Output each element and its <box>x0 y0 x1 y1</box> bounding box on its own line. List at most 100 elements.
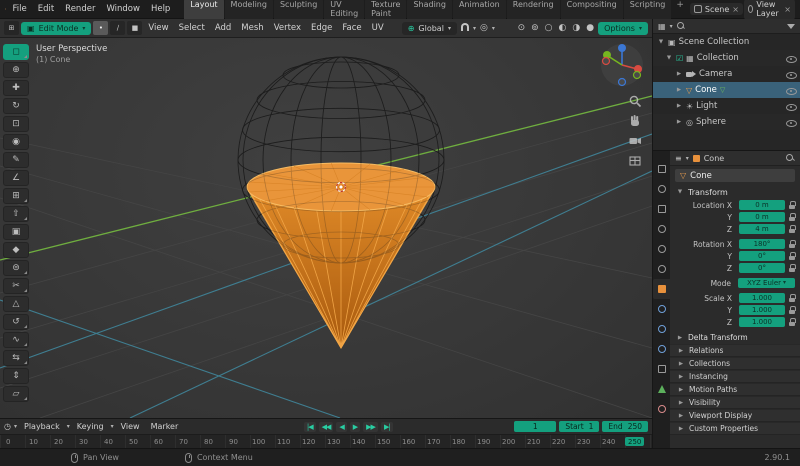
tool-select-box[interactable]: ◻ <box>3 44 29 60</box>
gizmo-x-neg-axis[interactable] <box>601 56 611 66</box>
filter-icon[interactable] <box>787 23 795 29</box>
mode-dropdown[interactable]: ▣ Edit Mode ▾ <box>21 21 92 35</box>
menu-uv[interactable]: UV <box>368 21 388 35</box>
visibility-eye-icon[interactable] <box>786 102 797 111</box>
shading-material-icon[interactable]: ◑ <box>570 23 582 33</box>
tool-edge-slide[interactable]: ⇆ <box>3 350 29 366</box>
outliner-row-scene-collection[interactable]: ▼ ▣ Scene Collection <box>653 34 800 50</box>
outliner-editor-icon[interactable]: ▦ <box>658 22 666 31</box>
scale-z-field[interactable]: 1.000 <box>739 317 785 327</box>
expander-icon[interactable]: ▶ <box>675 71 683 77</box>
tool-extrude-region[interactable]: ⇧ <box>3 206 29 222</box>
properties-tab-modifiers[interactable] <box>653 299 670 319</box>
workspace-tab-animation[interactable]: Animation <box>452 0 506 21</box>
menu-window[interactable]: Window <box>101 2 145 16</box>
tool-poly-build[interactable]: △ <box>3 296 29 312</box>
tool-shear[interactable]: ▱ <box>3 386 29 402</box>
visibility-eye-icon[interactable] <box>786 86 797 95</box>
outliner-row-sphere[interactable]: ▶ ◎ Sphere <box>653 114 800 130</box>
timeline-ruler[interactable]: 0 10 20 30 40 50 60 70 80 90 100 110 120… <box>0 434 652 449</box>
rotation-x-field[interactable]: 180° <box>739 239 785 249</box>
scale-y-field[interactable]: 1.000 <box>739 305 785 315</box>
location-y-field[interactable]: 0 m <box>739 212 785 222</box>
properties-tab-output[interactable] <box>653 199 670 219</box>
workspace-tab-scripting[interactable]: Scripting <box>623 0 672 21</box>
section-motion-paths[interactable]: ▶ Motion Paths <box>670 383 800 396</box>
show-gizmo-icon[interactable]: ⊙ <box>516 23 528 33</box>
menu-playback[interactable]: Playback <box>20 420 64 433</box>
proportional-editing-icon[interactable]: ◎ <box>478 23 490 33</box>
lock-icon[interactable] <box>788 252 796 260</box>
timeline-editor-icon[interactable]: ◷ <box>4 422 11 431</box>
expander-icon[interactable]: ▼ <box>665 55 673 61</box>
proportional-dropdown-icon[interactable]: ▾ <box>492 25 495 32</box>
menu-vertex[interactable]: Vertex <box>270 21 305 35</box>
visibility-eye-icon[interactable] <box>786 70 797 79</box>
current-frame-field[interactable]: 1 <box>514 421 557 432</box>
transform-orientation-dropdown[interactable]: ⊕ Global ▾ <box>401 21 457 35</box>
lock-icon[interactable] <box>788 201 796 209</box>
menu-add[interactable]: Add <box>211 21 235 35</box>
tool-transform[interactable]: ◉ <box>3 134 29 150</box>
viewport-3d[interactable]: User Perspective (1) Cone ◻ ⊕ ✚ ↻ ⊡ ◉ ✎ … <box>0 38 652 418</box>
camera-view-icon[interactable] <box>628 134 642 148</box>
next-keyframe-button[interactable]: ▶▶ <box>363 421 378 432</box>
location-x-field[interactable]: 0 m <box>739 200 785 210</box>
lock-icon[interactable] <box>788 213 796 221</box>
face-select-mode-button[interactable]: ■ <box>127 21 143 35</box>
tool-shrink-fatten[interactable]: ⇕ <box>3 368 29 384</box>
frame-start-field[interactable]: Start 1 <box>559 421 600 432</box>
shading-wireframe-icon[interactable]: ○ <box>543 23 555 33</box>
section-custom-properties[interactable]: ▶ Custom Properties <box>670 422 800 435</box>
delta-transform-section[interactable]: ▶ Delta Transform <box>670 331 800 344</box>
viewport-canvas[interactable] <box>0 38 652 418</box>
toggle-perspective-icon[interactable] <box>628 154 642 168</box>
outliner-row-light[interactable]: ▶ ☀ Light <box>653 98 800 114</box>
play-button[interactable]: ▶ <box>349 421 361 432</box>
properties-tab-render[interactable] <box>653 179 670 199</box>
section-viewport-display[interactable]: ▶ Viewport Display <box>670 409 800 422</box>
visibility-eye-icon[interactable] <box>786 118 797 127</box>
tool-smooth[interactable]: ∿ <box>3 332 29 348</box>
tool-move[interactable]: ✚ <box>3 80 29 96</box>
menu-render[interactable]: Render <box>60 2 100 16</box>
vertex-select-mode-button[interactable]: • <box>93 21 109 35</box>
navigation-gizmo[interactable] <box>599 42 645 88</box>
lock-icon[interactable] <box>788 264 796 272</box>
play-reverse-button[interactable]: ◀ <box>336 421 347 432</box>
lock-icon[interactable] <box>788 306 796 314</box>
tool-loop-cut[interactable]: ⊜ <box>3 260 29 276</box>
properties-tab-constraints[interactable] <box>653 359 670 379</box>
tool-rotate[interactable]: ↻ <box>3 98 29 114</box>
workspace-tab-rendering[interactable]: Rendering <box>506 0 560 21</box>
lock-icon[interactable] <box>788 225 796 233</box>
properties-editor-icon[interactable]: ≡ <box>675 154 682 163</box>
jump-to-start-button[interactable]: |◀ <box>303 421 316 432</box>
frame-end-field[interactable]: End 250 <box>602 421 649 432</box>
jump-to-end-button[interactable]: ▶| <box>380 421 393 432</box>
tool-measure[interactable]: ∠ <box>3 170 29 186</box>
menu-view[interactable]: View <box>144 21 172 35</box>
expander-icon[interactable]: ▶ <box>675 103 683 109</box>
editor-type-button[interactable]: ⊞ <box>4 21 19 35</box>
chevron-down-icon[interactable]: ▾ <box>670 23 673 30</box>
tool-bevel[interactable]: ◆ <box>3 242 29 258</box>
scale-x-field[interactable]: 1.000 <box>739 293 785 303</box>
show-overlays-icon[interactable]: ⊚ <box>529 23 541 33</box>
menu-mesh[interactable]: Mesh <box>237 21 267 35</box>
menu-file[interactable]: File <box>7 2 31 16</box>
tool-cursor[interactable]: ⊕ <box>3 62 29 78</box>
shading-solid-icon[interactable]: ◐ <box>557 23 569 33</box>
menu-select[interactable]: Select <box>175 21 209 35</box>
search-icon[interactable] <box>676 21 686 31</box>
expander-icon[interactable]: ▶ <box>675 87 683 93</box>
workspace-tab-layout[interactable]: Layout <box>184 0 224 21</box>
unlink-scene-icon[interactable]: × <box>732 5 739 14</box>
tool-inset-faces[interactable]: ▣ <box>3 224 29 240</box>
workspace-tab-sculpting[interactable]: Sculpting <box>273 0 324 21</box>
tool-add-cube[interactable]: ⊞ <box>3 188 29 204</box>
properties-tab-world[interactable] <box>653 259 670 279</box>
expander-icon[interactable]: ▼ <box>657 39 665 45</box>
visibility-eye-icon[interactable] <box>786 54 797 63</box>
location-z-field[interactable]: 4 m <box>739 224 785 234</box>
